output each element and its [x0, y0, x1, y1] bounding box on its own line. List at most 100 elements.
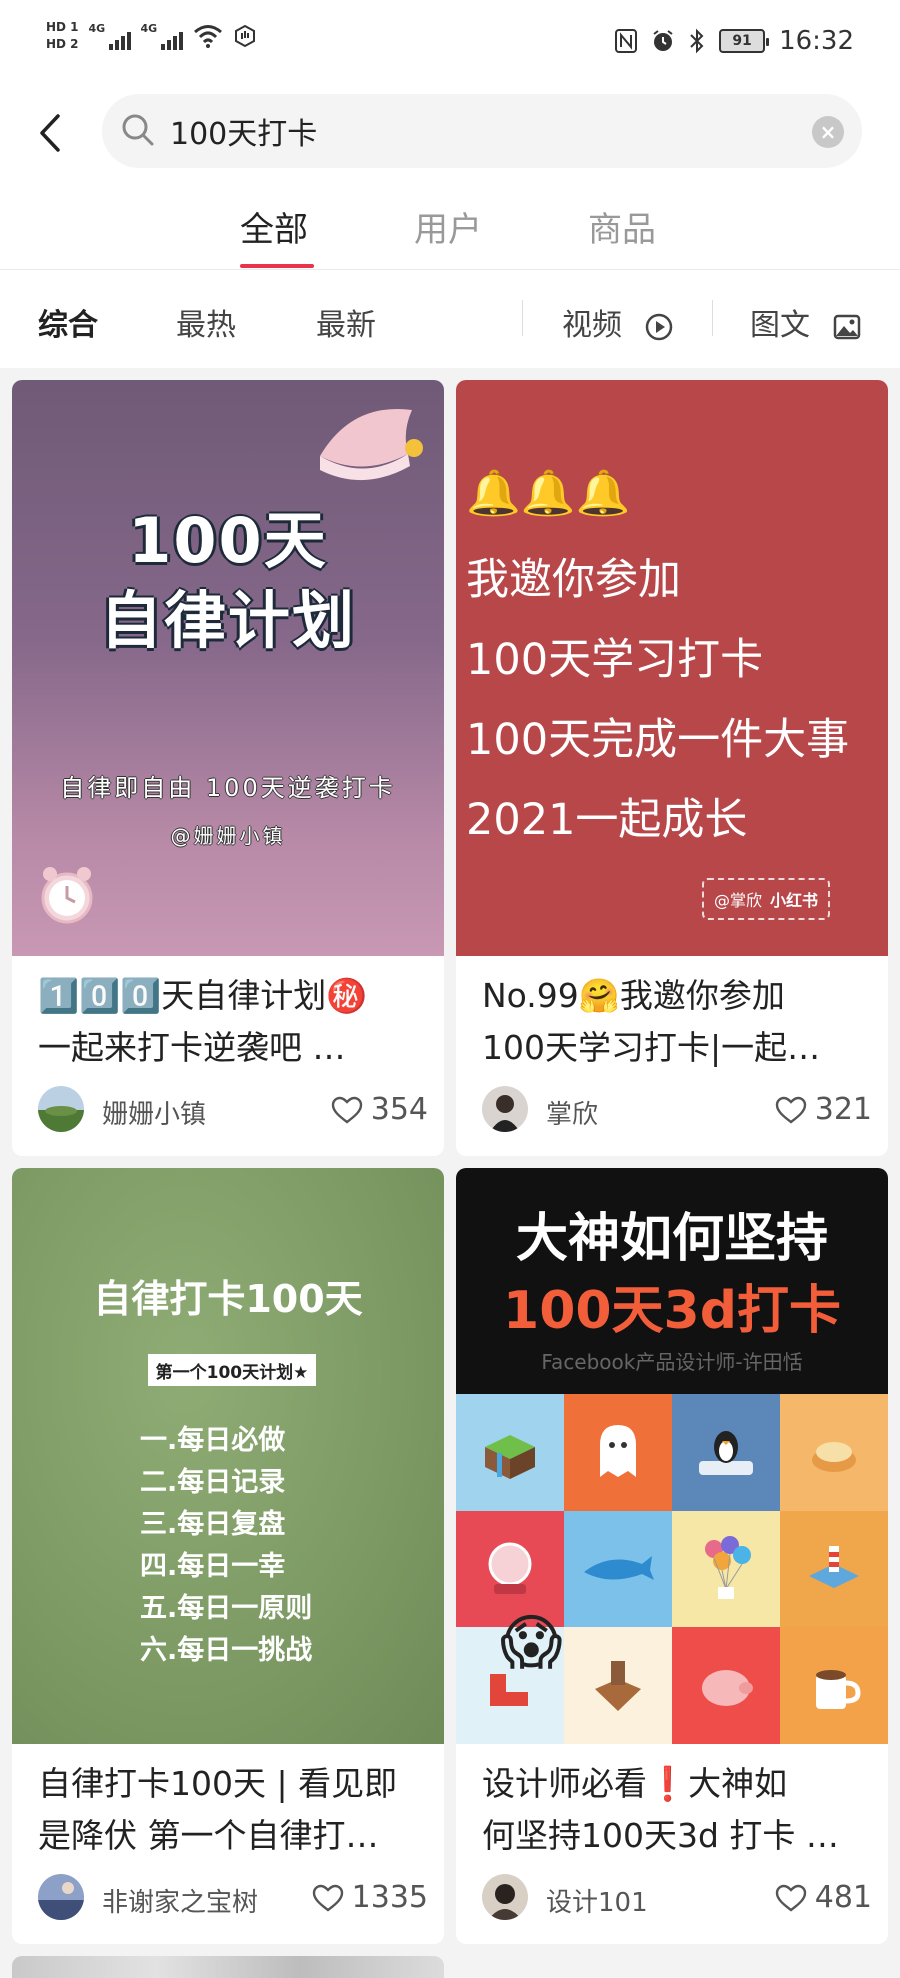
filter-bar: 综合 最热 最新 视频 图文 [0, 270, 900, 368]
cover-item-5: 五.每日一原则 [140, 1593, 313, 1624]
note-cover-image[interactable]: 100天 自律计划 自律即自由 100天逆袭打卡 @姗姗小镇 [12, 380, 444, 956]
avatar[interactable] [482, 1874, 528, 1920]
note-title-line-1: 1️⃣0️⃣0️⃣天自律计划㊙️ [38, 976, 368, 1015]
cover-item-6: 六.每日一挑战 [140, 1635, 313, 1666]
note-title-line-1: No.99🤗我邀你参加 [482, 976, 785, 1015]
hand-gesture-icon [234, 24, 255, 47]
like-button[interactable]: 1335 [312, 1880, 428, 1915]
cover-item-2: 二.每日记录 [140, 1467, 286, 1498]
note-card[interactable]: 🔔🔔🔔 我邀你参加 100天学习打卡 100天完成一件大事 2021一起成长 @… [456, 380, 888, 1156]
note-title-line-2: 何坚持100天3d 打卡 … [482, 1816, 839, 1855]
close-icon: × [819, 120, 837, 144]
wifi-icon [193, 24, 222, 48]
note-title-line-2: 100天学习打卡|一起… [482, 1028, 821, 1067]
like-button[interactable]: 321 [775, 1092, 872, 1127]
image-icon [833, 314, 860, 339]
active-tab-indicator [240, 264, 314, 268]
cover-heading-2: 100天3d打卡 [503, 1281, 841, 1341]
cover-subtitle: Facebook产品设计师-许田恬 [541, 1350, 803, 1374]
avatar[interactable] [482, 1086, 528, 1132]
filter-divider [522, 300, 523, 336]
tab-products[interactable]: 商品 [588, 202, 656, 251]
tab-all[interactable]: 全部 [240, 202, 308, 251]
note-title[interactable]: 1️⃣0️⃣0️⃣天自律计划㊙️ 一起来打卡逆袭吧 … [38, 970, 428, 1074]
like-count: 354 [370, 1092, 428, 1127]
status-right: 91 16:32 [615, 26, 854, 56]
note-title[interactable]: No.99🤗我邀你参加 100天学习打卡|一起… [482, 970, 872, 1074]
cover-watermark-app: 小红书 [770, 891, 819, 910]
back-arrow-icon [40, 114, 60, 152]
hd1-label: HD 1 [46, 20, 79, 34]
cover-emoji: 😱 [500, 1608, 563, 1678]
author-name[interactable]: 非谢家之宝树 [102, 1882, 258, 1919]
filter-comprehensive[interactable]: 综合 [38, 300, 98, 344]
result-tabs: 全部 用户 商品 [0, 180, 900, 270]
cover-heading-1: 大神如何坚持 [515, 1209, 828, 1269]
note-title[interactable]: 设计师必看❗️大神如 何坚持100天3d 打卡 … [482, 1758, 872, 1862]
back-button[interactable] [28, 108, 72, 158]
hd-indicator: HD 1 HD 2 [46, 20, 79, 51]
note-footer: 设计101 481 [482, 1872, 872, 1922]
note-footer: 姗姗小镇 354 [38, 1084, 428, 1134]
status-left: HD 1 HD 2 4G 4G [46, 20, 257, 51]
search-header: × [0, 88, 900, 180]
avatar[interactable] [38, 1874, 84, 1920]
filter-divider-2 [712, 300, 713, 336]
like-button[interactable]: 481 [775, 1880, 872, 1915]
battery-level: 91 [732, 33, 752, 49]
next-note-card-partial[interactable] [12, 1956, 444, 1978]
like-button[interactable]: 354 [331, 1092, 428, 1127]
cover-tag: 第一个100天计划★ [148, 1354, 316, 1386]
author-name[interactable]: 掌欣 [546, 1094, 598, 1131]
author-name[interactable]: 姗姗小镇 [102, 1094, 206, 1131]
filter-image-text-label: 图文 [750, 308, 810, 343]
note-title[interactable]: 自律打卡100天 | 看见即 是降伏 第一个自律打… [38, 1758, 428, 1862]
heart-icon [775, 1096, 806, 1124]
hd2-label: HD 2 [46, 37, 79, 51]
note-title-line-1: 自律打卡100天 | 看见即 [38, 1764, 398, 1803]
cover-line-4: 2021一起成长 [466, 795, 748, 845]
note-cover-image[interactable]: 自律打卡100天 第一个100天计划★ 一.每日必做 二.每日记录 三.每日复盘… [12, 1168, 444, 1744]
note-card[interactable]: 100天 自律计划 自律即自由 100天逆袭打卡 @姗姗小镇 1️⃣0️⃣0️⃣… [12, 380, 444, 1156]
note-footer: 掌欣 321 [482, 1084, 872, 1134]
cover-handle: @姗姗小镇 [170, 824, 286, 848]
cover-watermark: @掌欣 小红书 [702, 878, 830, 920]
search-box[interactable]: × [102, 94, 862, 168]
tab-users[interactable]: 用户 [414, 202, 482, 251]
cover-watermark-user: @掌欣 [713, 891, 762, 910]
status-bar: HD 1 HD 2 4G 4G 91 16:32 [0, 0, 900, 88]
bluetooth-icon [690, 28, 704, 54]
cover-item-4: 四.每日一幸 [140, 1551, 286, 1582]
like-count: 481 [814, 1880, 872, 1915]
cover-subtitle: 自律即自由 100天逆袭打卡 [60, 774, 396, 802]
note-cover-image[interactable]: 🔔🔔🔔 我邀你参加 100天学习打卡 100天完成一件大事 2021一起成长 @… [456, 380, 888, 956]
author-name[interactable]: 设计101 [546, 1882, 648, 1919]
note-card[interactable]: 自律打卡100天 第一个100天计划★ 一.每日必做 二.每日记录 三.每日复盘… [12, 1168, 444, 1944]
note-cover-image[interactable]: 大神如何坚持 100天3d打卡 Facebook产品设计师-许田恬 😱 [456, 1168, 888, 1744]
heart-icon [312, 1884, 343, 1912]
party-hat-icon [320, 408, 423, 481]
avatar[interactable] [38, 1086, 84, 1132]
signal-icon: 4G [89, 22, 131, 50]
filter-newest[interactable]: 最新 [316, 300, 376, 344]
note-card[interactable]: 大神如何坚持 100天3d打卡 Facebook产品设计师-许田恬 😱 设计师必… [456, 1168, 888, 1944]
network-type-label-2: 4G [140, 21, 158, 35]
cover-line-3: 100天完成一件大事 [466, 715, 850, 765]
filter-image-text[interactable]: 图文 [750, 300, 862, 344]
note-footer: 非谢家之宝树 1335 [38, 1872, 428, 1922]
cover-heading-2: 自律计划 [99, 584, 356, 657]
network-type-label: 4G [88, 21, 106, 35]
nfc-icon [615, 29, 638, 53]
cover-3d-grid [456, 1394, 888, 1744]
filter-hottest[interactable]: 最热 [176, 300, 236, 344]
search-input[interactable] [170, 104, 770, 158]
alarm-clock-icon [41, 867, 93, 924]
cover-heading: 自律打卡100天 [93, 1277, 363, 1321]
like-count: 321 [814, 1092, 872, 1127]
filter-video[interactable]: 视频 [562, 300, 674, 344]
clear-search-button[interactable]: × [812, 116, 844, 148]
cover-line-2: 100天学习打卡 [466, 635, 764, 685]
battery-icon: 91 [719, 29, 770, 53]
play-icon [645, 313, 672, 340]
cover-heading-1: 100天 [128, 504, 328, 577]
